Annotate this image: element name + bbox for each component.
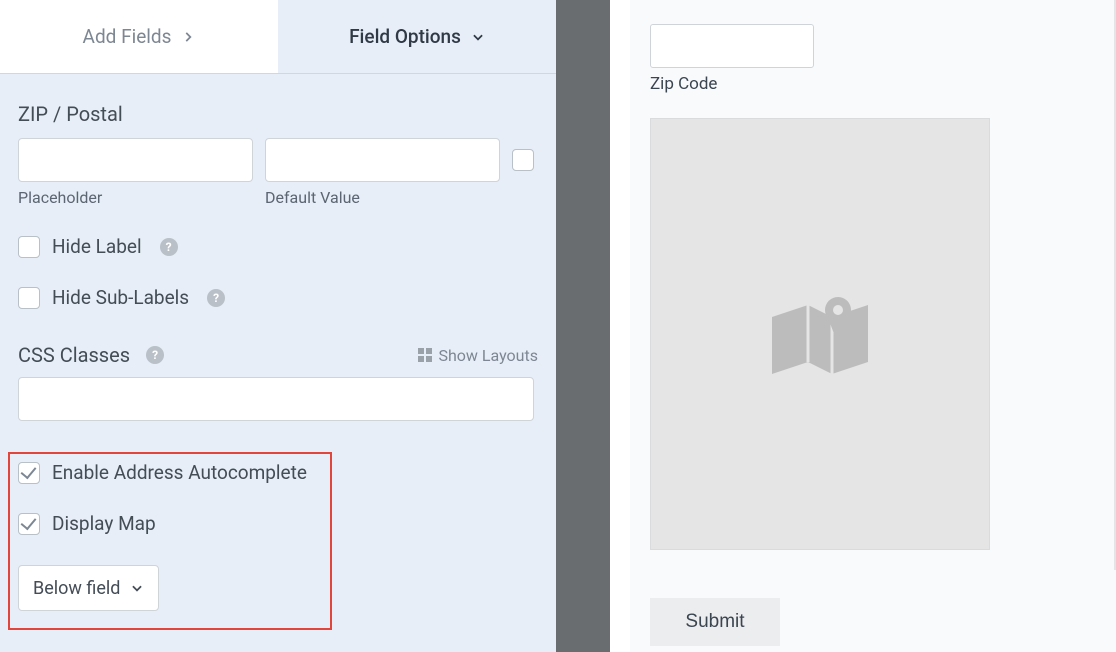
hide-label-text: Hide Label: [52, 235, 142, 258]
map-position-select[interactable]: Below field: [18, 565, 159, 611]
help-icon[interactable]: ?: [207, 289, 225, 307]
form-preview-panel: Zip Code Submit: [630, 0, 1116, 652]
show-layouts-label: Show Layouts: [438, 346, 538, 365]
tab-add-fields[interactable]: Add Fields: [0, 0, 278, 73]
tab-field-options[interactable]: Field Options: [278, 0, 556, 73]
help-icon[interactable]: ?: [160, 238, 178, 256]
display-map-label: Display Map: [52, 512, 156, 535]
css-classes-input[interactable]: [18, 377, 534, 421]
zip-default-required-checkbox[interactable]: [512, 149, 534, 171]
hide-sub-labels-checkbox[interactable]: [18, 287, 40, 309]
css-classes-label: CSS Classes: [18, 343, 130, 367]
submit-button-label: Submit: [685, 611, 744, 632]
chevron-down-icon: [130, 581, 144, 595]
map-pin-icon: [760, 272, 880, 396]
panel-divider: [556, 0, 610, 652]
submit-button[interactable]: Submit: [650, 598, 780, 646]
zip-default-value-sublabel: Default Value: [265, 188, 500, 207]
hide-label-checkbox[interactable]: [18, 236, 40, 258]
zip-postal-heading: ZIP / Postal: [18, 102, 538, 126]
help-icon[interactable]: ?: [146, 346, 164, 364]
preview-zip-input[interactable]: [650, 24, 814, 68]
show-layouts-button[interactable]: Show Layouts: [418, 346, 538, 365]
zip-placeholder-sublabel: Placeholder: [18, 188, 253, 207]
tab-field-options-label: Field Options: [349, 25, 461, 48]
zip-placeholder-input[interactable]: [18, 138, 253, 182]
chevron-down-icon: [471, 30, 485, 44]
gutter: [610, 0, 630, 652]
preview-zip-label: Zip Code: [650, 74, 1088, 94]
chevron-right-icon: [181, 30, 195, 44]
enable-autocomplete-label: Enable Address Autocomplete: [52, 461, 307, 484]
tab-add-fields-label: Add Fields: [83, 25, 172, 48]
grid-icon: [418, 348, 432, 362]
zip-default-value-input[interactable]: [265, 138, 500, 182]
enable-autocomplete-checkbox[interactable]: [18, 462, 40, 484]
hide-sub-labels-text: Hide Sub-Labels: [52, 286, 189, 309]
map-position-value: Below field: [33, 578, 120, 599]
field-options-panel: Add Fields Field Options ZIP / Postal Pl…: [0, 0, 556, 652]
display-map-checkbox[interactable]: [18, 513, 40, 535]
map-placeholder: [650, 118, 990, 550]
panel-tabs: Add Fields Field Options: [0, 0, 556, 74]
